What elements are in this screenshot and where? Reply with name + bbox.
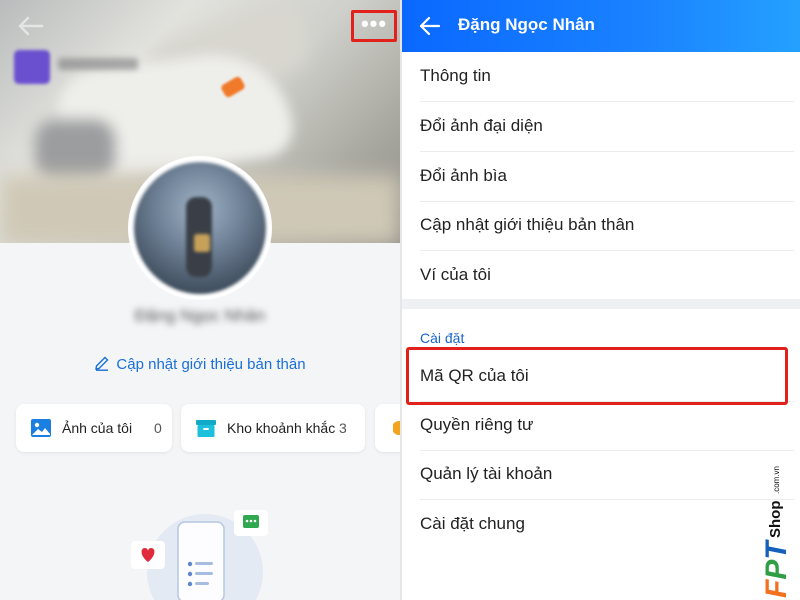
- shop-text: Shop: [767, 501, 784, 539]
- moments-label: Kho khoảnh khắc: [227, 420, 336, 436]
- menu-item-change-cover[interactable]: Đổi ảnh bìa: [420, 152, 794, 202]
- moments-card[interactable]: Kho khoảnh khắc 3: [181, 404, 365, 452]
- my-photos-count: 0: [154, 420, 162, 436]
- avatar[interactable]: [128, 156, 272, 300]
- menu-item-label: Cập nhật giới thiệu bản thân: [420, 215, 635, 234]
- menu-item-label: Quản lý tài khoản: [420, 464, 553, 483]
- moments-count: 3: [339, 420, 347, 436]
- menu-item-label: Cài đặt chung: [420, 514, 525, 533]
- menu-item-info[interactable]: Thông tin: [420, 52, 794, 102]
- my-photos-card[interactable]: Ảnh của tôi 0: [16, 404, 172, 452]
- my-photos-label: Ảnh của tôi: [62, 420, 133, 436]
- update-intro-link[interactable]: Cập nhật giới thiệu bản thân: [0, 355, 400, 377]
- svg-text:FPT: FPT: [760, 539, 793, 598]
- profile-panel: ••• Đặng Ngọc Nhân Cập nhật giới thiệu b…: [0, 0, 400, 600]
- menu-item-label: Ví của tôi: [420, 265, 491, 284]
- domain-text: .com.vn: [772, 466, 781, 494]
- back-arrow-icon[interactable]: [418, 14, 442, 38]
- image-icon: [31, 419, 51, 437]
- archive-box-icon: [196, 420, 216, 437]
- fpt-shop-logo: FPT Shop .com.vn: [760, 466, 793, 598]
- fpt-letter-p: P: [760, 559, 793, 580]
- collection-icon: [393, 421, 400, 435]
- fpt-letter-f: F: [760, 579, 793, 598]
- menu-item-label: Đổi ảnh bìa: [420, 166, 507, 185]
- section-separator: [402, 299, 800, 309]
- back-icon[interactable]: [16, 13, 46, 39]
- menu-item-update-intro[interactable]: Cập nhật giới thiệu bản thân: [420, 201, 794, 251]
- more-horizontal-icon: •••: [360, 11, 388, 36]
- profile-top-bar: •••: [0, 0, 400, 52]
- menu-item-label: Thông tin: [420, 66, 491, 85]
- app-thumbnail-caption: [58, 58, 138, 70]
- menu-item-label: Đổi ảnh đại diện: [420, 116, 543, 135]
- header-title: Đặng Ngọc Nhân: [458, 15, 595, 34]
- settings-section-header: Cài đặt: [420, 330, 465, 346]
- update-intro-label: Cập nhật giới thiệu bản thân: [116, 356, 306, 373]
- menu-item-change-avatar[interactable]: Đổi ảnh đại diện: [420, 102, 794, 152]
- options-header: Đặng Ngọc Nhân: [402, 0, 800, 52]
- more-options-button[interactable]: •••: [351, 10, 397, 42]
- menu-item-label: Quyền riêng tư: [420, 415, 534, 434]
- app-thumbnail: [14, 50, 50, 84]
- profile-name: Đặng Ngọc Nhân: [134, 306, 266, 325]
- pencil-icon: [95, 356, 109, 371]
- menu-item-my-wallet[interactable]: Ví của tôi: [420, 251, 794, 301]
- qr-code-highlight-box: [406, 347, 788, 405]
- empty-feed-illustration: [131, 510, 268, 600]
- fpt-letter-t: T: [760, 539, 793, 560]
- more-card[interactable]: [375, 404, 400, 452]
